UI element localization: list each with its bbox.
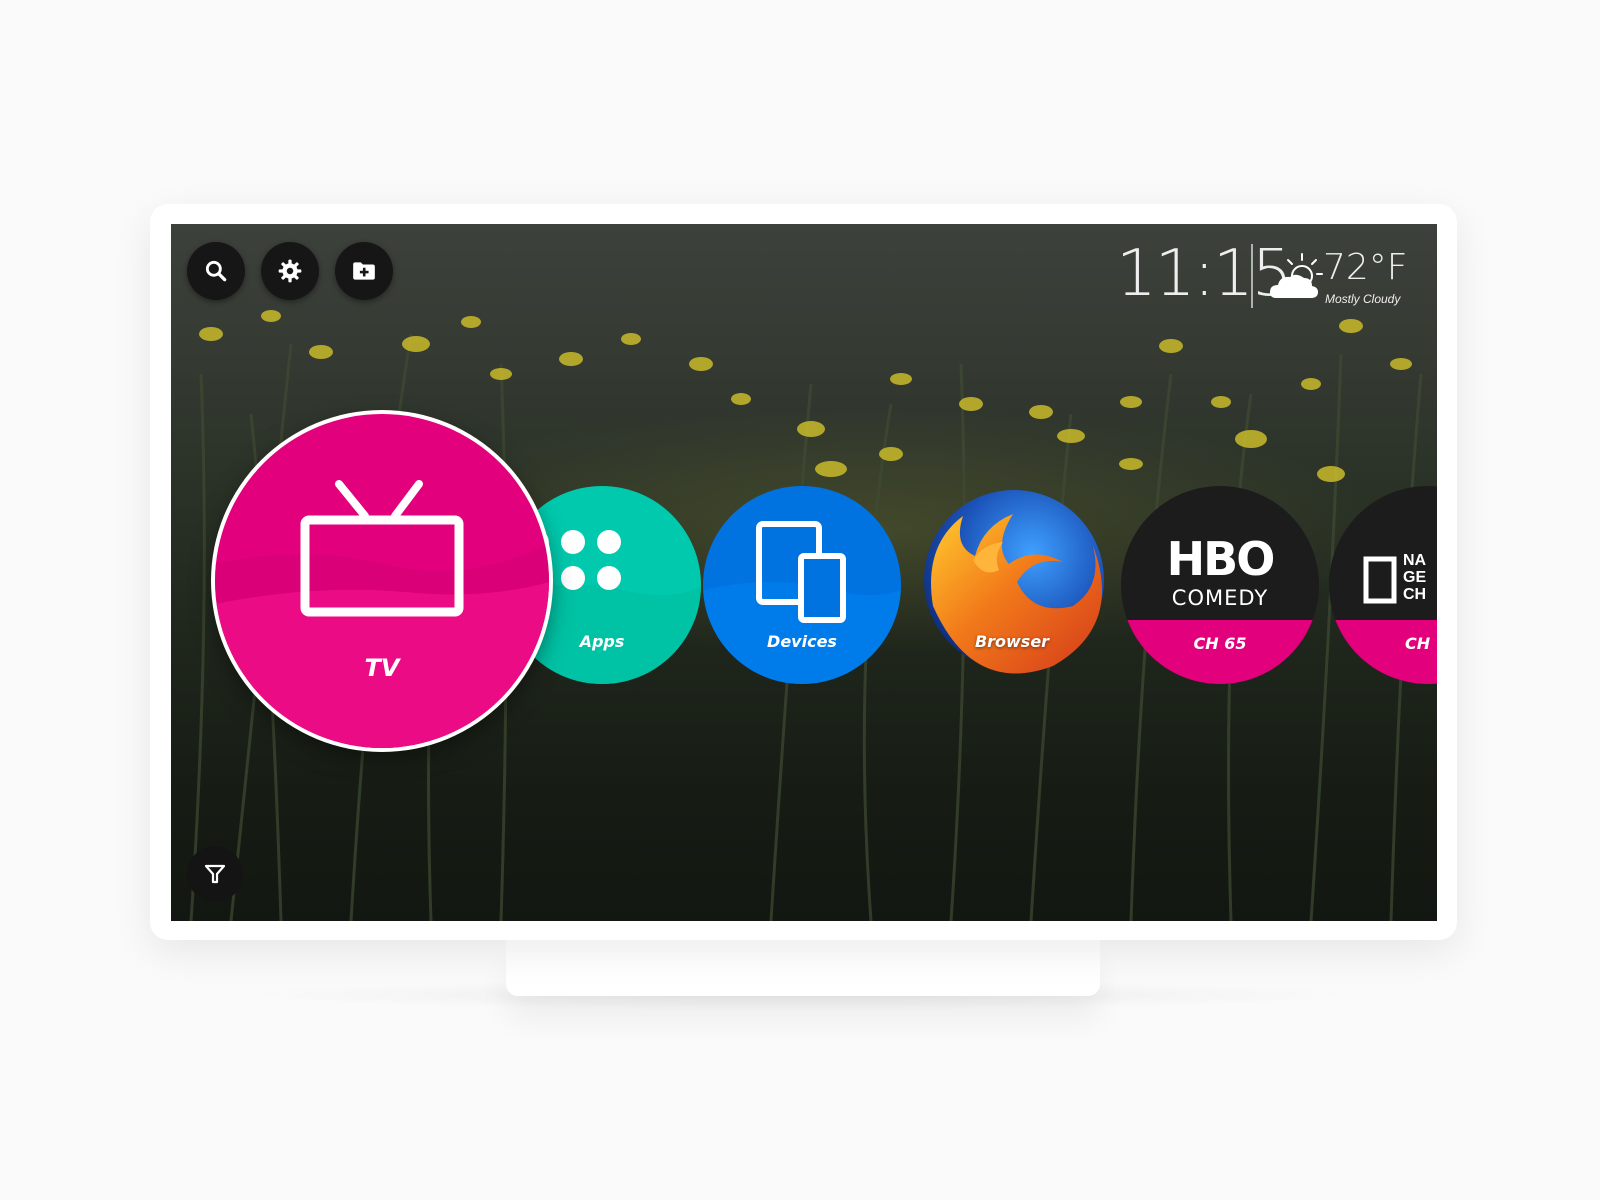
tile-label: TV bbox=[364, 654, 400, 682]
temperature: 72°F bbox=[1323, 247, 1408, 288]
clock-divider bbox=[1251, 244, 1253, 308]
tile-browser[interactable]: Browser bbox=[913, 486, 1111, 684]
weather-description: Mostly Cloudy bbox=[1325, 292, 1401, 306]
tile-channel-hbo-comedy[interactable]: HBO COMEDY CH 65 bbox=[1121, 486, 1319, 684]
filter-icon bbox=[204, 864, 226, 884]
tile-label: CH bbox=[1405, 634, 1431, 653]
firefox-logo-icon bbox=[924, 490, 1104, 674]
tile-label: Browser bbox=[974, 632, 1050, 651]
tv-screen: 11:15 72°F Mostly Cloudy Apps Devices Br… bbox=[171, 224, 1437, 921]
channel-logo-line3: CH bbox=[1403, 586, 1427, 603]
search-icon bbox=[205, 260, 227, 282]
add-folder-icon bbox=[353, 262, 375, 280]
channel-logo-line2: COMEDY bbox=[1171, 586, 1269, 610]
tile-label: Devices bbox=[767, 632, 837, 651]
settings-button[interactable] bbox=[261, 242, 319, 300]
natgeo-frame-icon bbox=[1363, 556, 1397, 604]
filter-button[interactable] bbox=[187, 846, 243, 902]
gear-icon bbox=[278, 259, 302, 283]
add-folder-button[interactable] bbox=[335, 242, 393, 300]
tile-channel-natgeo[interactable]: NA GE CH CH bbox=[1329, 486, 1437, 684]
tile-devices[interactable]: Devices bbox=[703, 486, 901, 684]
clock-time: 11:15 bbox=[1116, 237, 1292, 311]
channel-logo-line1: HBO bbox=[1166, 532, 1276, 586]
search-button[interactable] bbox=[187, 242, 245, 300]
devices-icon bbox=[756, 521, 846, 623]
tv-stand bbox=[506, 940, 1100, 996]
tv-icon bbox=[300, 480, 464, 617]
channel-logo-line1: NA bbox=[1403, 552, 1427, 569]
channel-logo-line2: GE bbox=[1403, 569, 1427, 586]
tile-label: CH 65 bbox=[1193, 634, 1247, 653]
tile-tv[interactable]: TV bbox=[215, 414, 549, 748]
